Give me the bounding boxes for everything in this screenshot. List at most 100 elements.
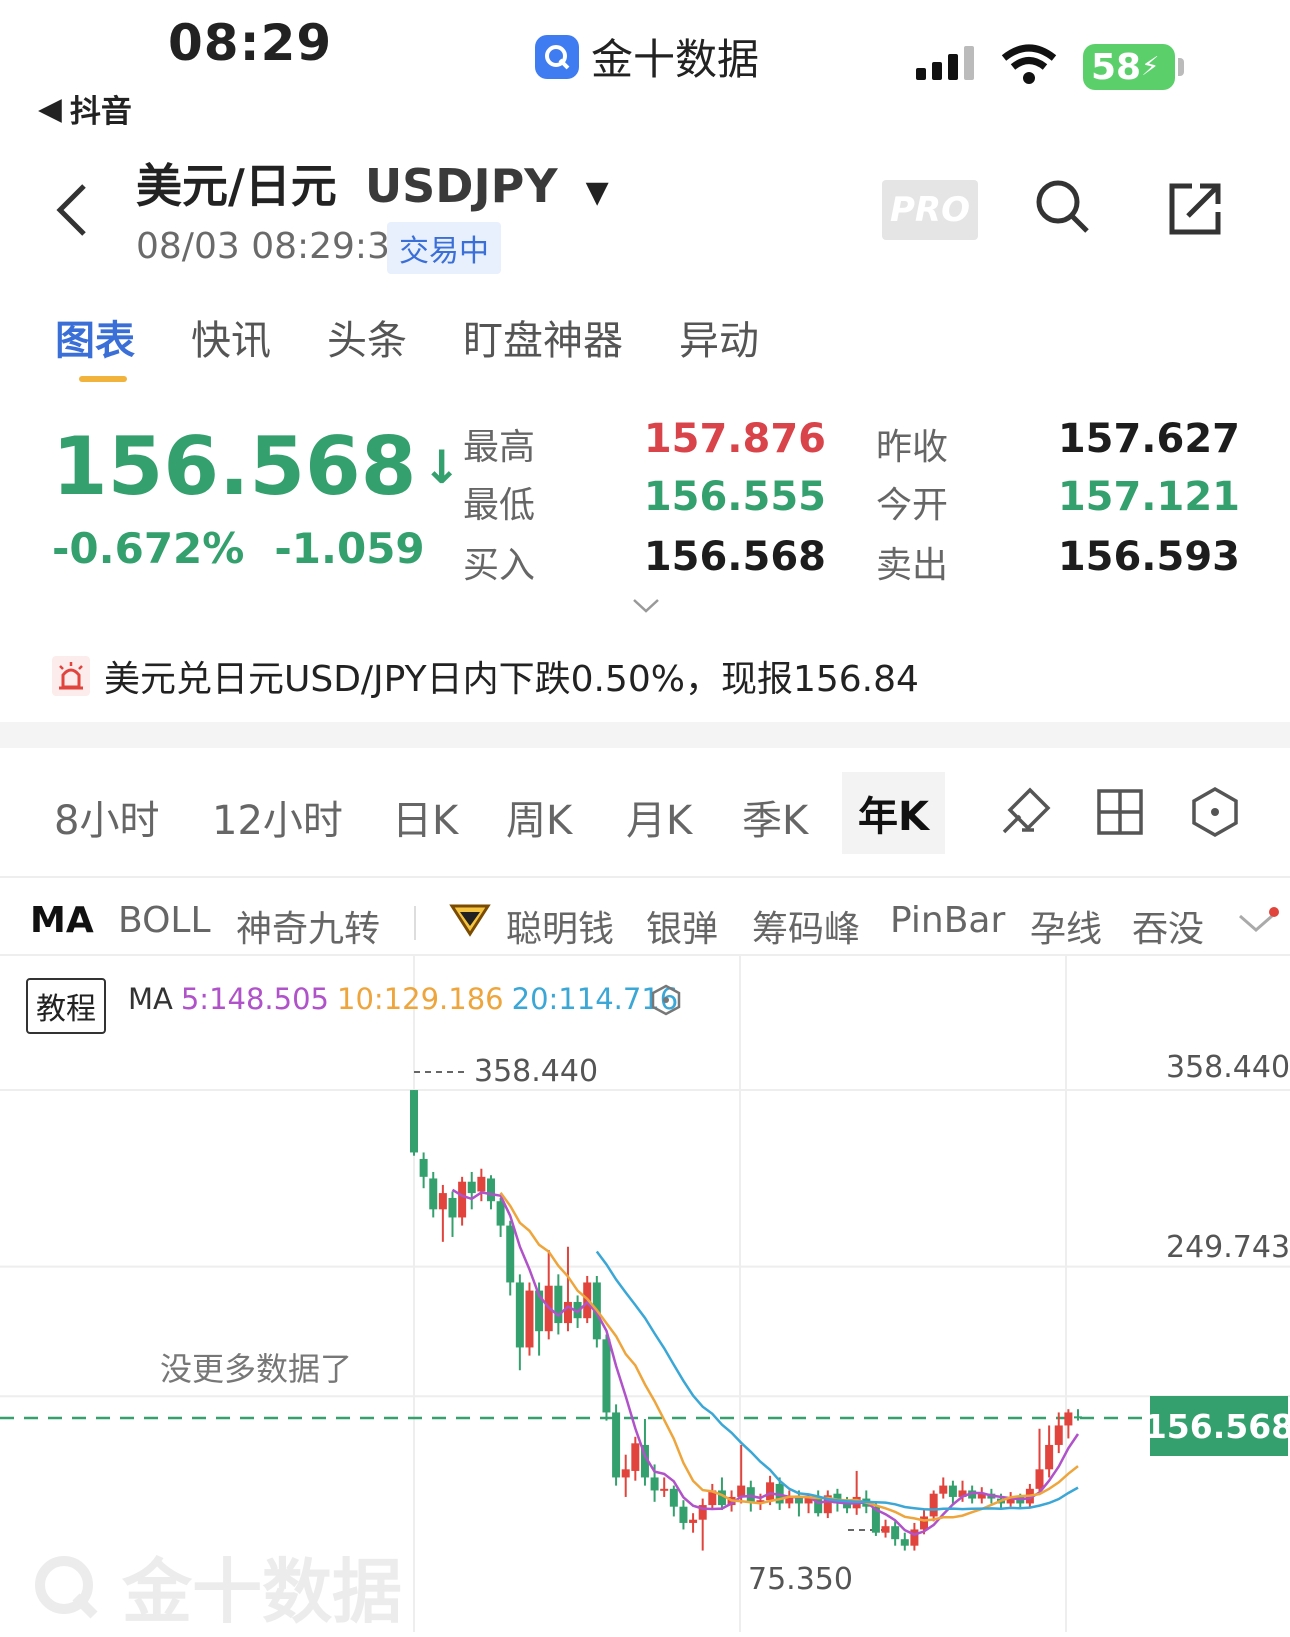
candle-body [458, 1181, 467, 1218]
wifi-icon [1000, 42, 1058, 90]
candle-body [621, 1469, 630, 1478]
indicator-harami[interactable]: 孕线 [1030, 900, 1102, 952]
candle-body [910, 1529, 919, 1546]
indicator-boll[interactable]: BOLL [118, 900, 211, 941]
candle-body [1064, 1412, 1073, 1426]
candle-body [669, 1488, 678, 1507]
ask-value: 156.593 [1057, 534, 1240, 580]
share-icon[interactable] [1166, 180, 1224, 242]
candle-body [467, 1181, 476, 1194]
prev-close-value: 157.627 [1057, 416, 1240, 462]
layout-grid-icon[interactable] [1096, 788, 1144, 840]
status-app: 金十数据 [535, 26, 759, 87]
indicator-engulfing[interactable]: 吞没 [1132, 900, 1204, 952]
settings-hex-icon[interactable] [1190, 786, 1240, 842]
divider [0, 876, 1290, 878]
last-price-tag: 156.568 [1144, 1396, 1290, 1456]
period-monthly[interactable]: 月K [626, 788, 692, 846]
high-value: 157.876 [643, 416, 826, 462]
ma10-line [499, 1192, 1079, 1522]
high-label: 最高 [463, 427, 536, 468]
candle-body [900, 1539, 909, 1546]
back-to-app-link[interactable]: ◀ 抖音 [38, 86, 132, 131]
battery-level: 58 [1091, 46, 1142, 88]
low-marker-label: 75.350 [748, 1562, 853, 1597]
kline-chart[interactable] [0, 956, 1290, 1632]
back-chevron-icon[interactable] [52, 180, 92, 244]
open-value: 157.121 [1057, 474, 1240, 520]
candle-body [1035, 1469, 1044, 1489]
news-alert[interactable]: 美元兑日元USD/JPY日内下跌0.50%，现报156.84 [52, 650, 919, 702]
news-text: 美元兑日元USD/JPY日内下跌0.50%，现报156.84 [104, 659, 919, 700]
candle-body [477, 1176, 486, 1192]
instrument-title[interactable]: 美元/日元 USDJPY ▼ [136, 150, 609, 216]
tab-headlines[interactable]: 头条 [327, 308, 407, 366]
ma-label: MA [128, 982, 173, 1016]
tab-flash[interactable]: 快讯 [191, 308, 271, 366]
indicator-silver-bullet[interactable]: 银弹 [646, 900, 718, 952]
down-arrow-icon: ↓ [422, 439, 461, 494]
candle-body [1074, 1416, 1082, 1419]
change-value: -1.059 [274, 524, 425, 573]
candle-body [881, 1526, 890, 1533]
tutorial-button[interactable]: 教程 [26, 978, 106, 1034]
tab-movement[interactable]: 异动 [679, 308, 759, 366]
no-more-data-label: 没更多数据了 [160, 1350, 353, 1388]
candle-body [429, 1178, 438, 1210]
indicator-smart-money[interactable]: 聪明钱 [506, 900, 614, 952]
ma5-line [451, 1188, 1080, 1536]
candle-body [506, 1225, 515, 1283]
watermark-text: 金十数据 [122, 1551, 402, 1633]
last-price: 156.568 ↓ [52, 420, 461, 513]
period-quarterly[interactable]: 季K [742, 788, 808, 846]
candle-body [929, 1493, 938, 1517]
period-weekly[interactable]: 周K [506, 788, 572, 846]
ask-label: 卖出 [876, 545, 949, 586]
period-12h[interactable]: 12小时 [212, 788, 343, 846]
signal-icon [916, 46, 974, 80]
period-daily[interactable]: 日K [392, 788, 458, 846]
candle-body [689, 1519, 698, 1523]
indicator-divider [414, 906, 416, 940]
alarm-icon [52, 656, 90, 696]
indicator-ma[interactable]: MA [30, 900, 94, 941]
candle-body [939, 1485, 948, 1494]
y-axis-mid-label: 249.743 [1166, 1230, 1290, 1265]
period-yearly[interactable]: 年K [842, 772, 945, 854]
candle-body [602, 1339, 611, 1413]
candle-body [448, 1197, 457, 1218]
indicator-td9[interactable]: 神奇九转 [236, 900, 380, 952]
more-indicators-icon[interactable] [1236, 906, 1280, 946]
trade-status-badge: 交易中 [387, 222, 501, 274]
status-app-name: 金十数据 [591, 35, 760, 84]
candle-body [525, 1290, 534, 1348]
period-8h[interactable]: 8小时 [54, 788, 159, 846]
candle-body [515, 1282, 524, 1348]
candle-body [814, 1496, 823, 1514]
draw-tool-icon[interactable] [1000, 786, 1052, 842]
expand-chevron-icon[interactable] [632, 598, 660, 618]
candle-body [496, 1201, 505, 1226]
candle-body [891, 1526, 900, 1540]
candle-body [631, 1443, 640, 1471]
period-selector: 8小时 12小时 日K 周K 月K 季K 年K [0, 768, 1290, 868]
ma5-value: 5:148.505 [180, 982, 330, 1016]
search-icon[interactable] [1034, 178, 1092, 240]
pro-button[interactable]: PRO [882, 180, 978, 240]
bid-value: 156.568 [643, 534, 826, 580]
title-code: USDJPY [364, 159, 558, 213]
y-axis-top-label: 358.440 [1166, 1050, 1290, 1085]
status-time: 08:29 [168, 14, 333, 72]
indicator-pinbar[interactable]: PinBar [890, 900, 1005, 941]
candle-body [486, 1178, 495, 1202]
tab-chart[interactable]: 图表 [55, 308, 135, 382]
bid-label: 买入 [463, 545, 536, 586]
candle-body [419, 1158, 428, 1177]
tab-monitor[interactable]: 盯盘神器 [463, 308, 623, 366]
ma10-value: 10:129.186 [337, 982, 504, 1016]
indicator-chip-peak[interactable]: 筹码峰 [752, 900, 860, 952]
ma20-line [595, 1250, 1079, 1511]
ma-settings-icon[interactable] [650, 984, 682, 1020]
open-label: 今开 [876, 485, 949, 526]
candle-body [1045, 1444, 1054, 1470]
